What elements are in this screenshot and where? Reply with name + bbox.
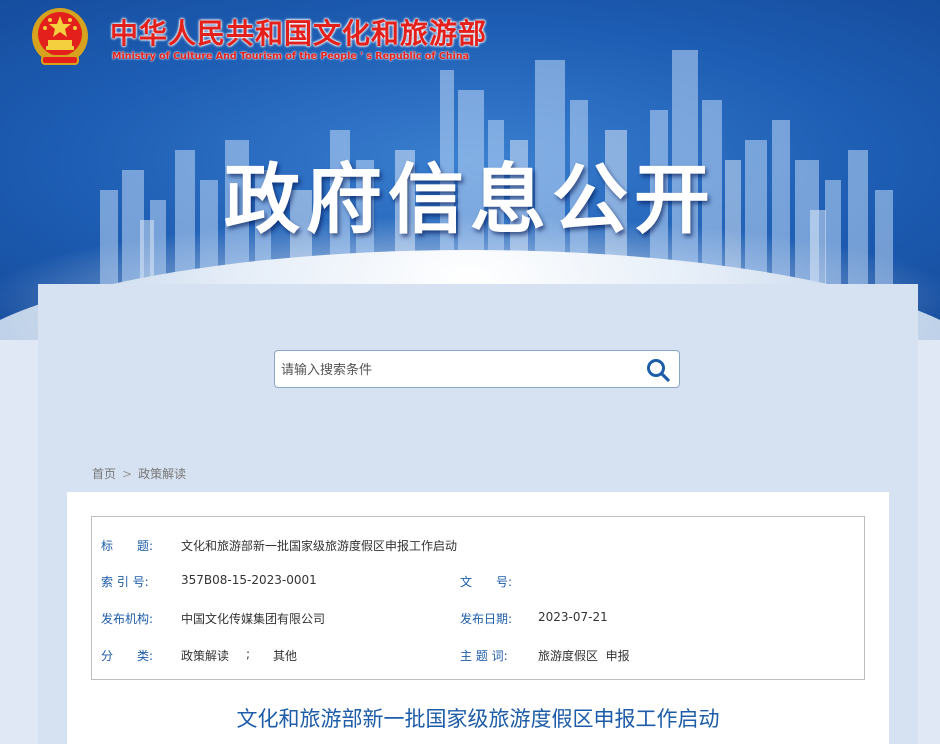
breadcrumb: 首页 > 政策解读 bbox=[92, 465, 186, 482]
title-value: 文化和旅游部新一批国家级旅游度假区申报工作启动 bbox=[181, 539, 458, 553]
chevron-right-icon: > bbox=[122, 467, 133, 481]
breadcrumb-home[interactable]: 首页 bbox=[92, 467, 116, 481]
title-label: 标 题: bbox=[101, 539, 154, 553]
search-input[interactable] bbox=[279, 359, 643, 381]
category-value-secondary: 其他 bbox=[273, 649, 298, 663]
publish-date-value: 2023-07-21 bbox=[538, 610, 608, 624]
publisher-value: 中国文化传媒集团有限公司 bbox=[181, 612, 326, 626]
category-separator: ; bbox=[246, 647, 251, 661]
document-info-table: 标 题: 文化和旅游部新一批国家级旅游度假区申报工作启动 索 引 号: 357B… bbox=[91, 516, 865, 680]
site-title[interactable]: 中华人民共和国文化和旅游部 bbox=[110, 12, 487, 52]
category-value-primary: 政策解读 bbox=[181, 649, 230, 663]
keywords-value: 旅游度假区 申报 bbox=[538, 649, 630, 663]
national-emblem-icon bbox=[32, 8, 88, 65]
publisher-label: 发布机构: bbox=[101, 612, 154, 626]
search-icon[interactable] bbox=[645, 357, 671, 383]
site-subtitle: Ministry of Culture And Tourism of the P… bbox=[112, 51, 469, 62]
breadcrumb-policy-interpretation[interactable]: 政策解读 bbox=[138, 467, 186, 481]
document-number-label: 文 号: bbox=[460, 575, 513, 589]
keywords-label: 主 题 词: bbox=[460, 649, 508, 663]
search-box bbox=[274, 350, 680, 388]
article-title: 文化和旅游部新一批国家级旅游度假区申报工作启动 bbox=[236, 707, 720, 731]
index-number-value: 357B08-15-2023-0001 bbox=[181, 573, 317, 587]
banner-title: 政府信息公开 bbox=[224, 155, 716, 244]
category-label: 分 类: bbox=[101, 649, 154, 663]
index-number-label: 索 引 号: bbox=[101, 575, 149, 589]
publish-date-label: 发布日期: bbox=[460, 612, 513, 626]
